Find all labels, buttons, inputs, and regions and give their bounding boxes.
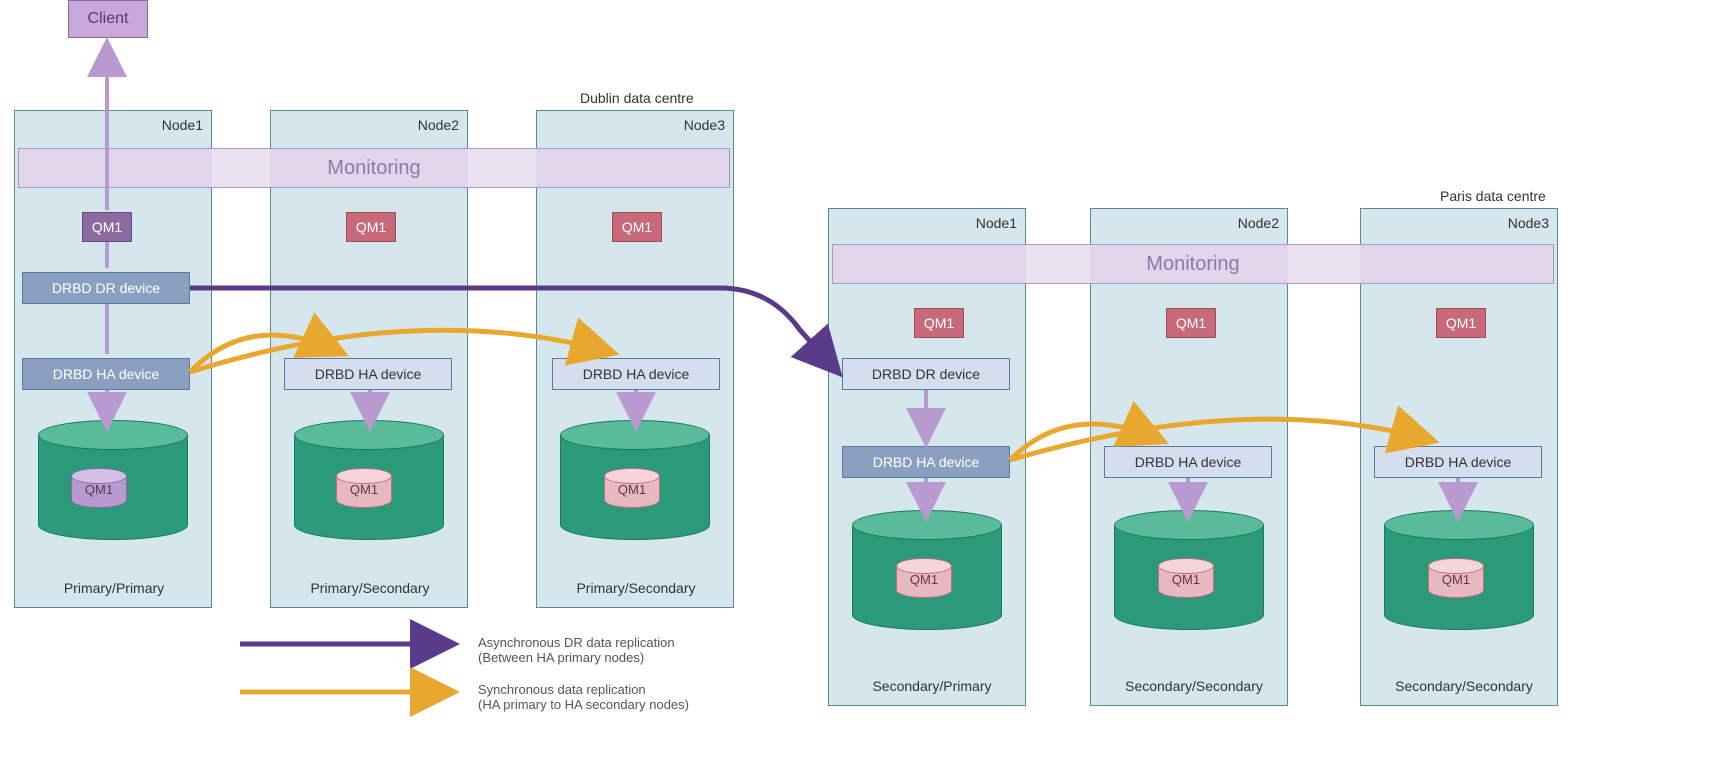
legend-async-line1: Asynchronous DR data replication (478, 635, 675, 650)
role-label: Primary/Secondary (566, 580, 706, 596)
role-label: Secondary/Primary (862, 678, 1002, 694)
qm-badge: QM1 (1436, 308, 1486, 338)
dublin-dc-label: Dublin data centre (580, 90, 694, 106)
qm-badge: QM1 (914, 308, 964, 338)
monitoring-gap (1026, 245, 1090, 283)
node-label: Node1 (976, 215, 1017, 231)
legend-sync-line1: Synchronous data replication (478, 682, 646, 697)
monitoring-gap (1288, 245, 1360, 283)
disk-qm-cylinder: QM1 (604, 468, 660, 508)
disk-qm-cylinder: QM1 (1428, 558, 1484, 598)
drbd-ha-device: DRBD HA device (552, 358, 720, 390)
dublin-monitoring: Monitoring (18, 148, 730, 188)
paris-dc-label: Paris data centre (1440, 188, 1546, 204)
disk-qm-cylinder: QM1 (336, 468, 392, 508)
role-label: Primary/Secondary (300, 580, 440, 596)
qm-badge: QM1 (346, 212, 396, 242)
qm-badge: QM1 (1166, 308, 1216, 338)
monitoring-gap (212, 149, 270, 187)
qm-badge: QM1 (82, 212, 132, 242)
legend-async-line2: (Between HA primary nodes) (478, 650, 644, 665)
node-label: Node3 (684, 117, 725, 133)
disk-qm-cylinder: QM1 (71, 468, 127, 508)
role-label: Primary/Primary (54, 580, 174, 596)
drbd-ha-device: DRBD HA device (284, 358, 452, 390)
paris-monitoring: Monitoring (832, 244, 1554, 284)
role-label: Secondary/Secondary (1384, 678, 1544, 694)
role-label: Secondary/Secondary (1114, 678, 1274, 694)
drbd-ha-device: DRBD HA device (1104, 446, 1272, 478)
node-label: Node3 (1508, 215, 1549, 231)
node-label: Node1 (162, 117, 203, 133)
drbd-dr-device: DRBD DR device (842, 358, 1010, 390)
drbd-dr-device: DRBD DR device (22, 272, 190, 304)
disk-qm-cylinder: QM1 (896, 558, 952, 598)
monitoring-gap (468, 149, 536, 187)
qm-badge: QM1 (612, 212, 662, 242)
node-label: Node2 (418, 117, 459, 133)
client-box: Client (68, 0, 148, 38)
drbd-ha-device: DRBD HA device (1374, 446, 1542, 478)
drbd-ha-device: DRBD HA device (22, 358, 190, 390)
node-label: Node2 (1238, 215, 1279, 231)
drbd-ha-device: DRBD HA device (842, 446, 1010, 478)
disk-qm-cylinder: QM1 (1158, 558, 1214, 598)
legend-sync-line2: (HA primary to HA secondary nodes) (478, 697, 689, 712)
